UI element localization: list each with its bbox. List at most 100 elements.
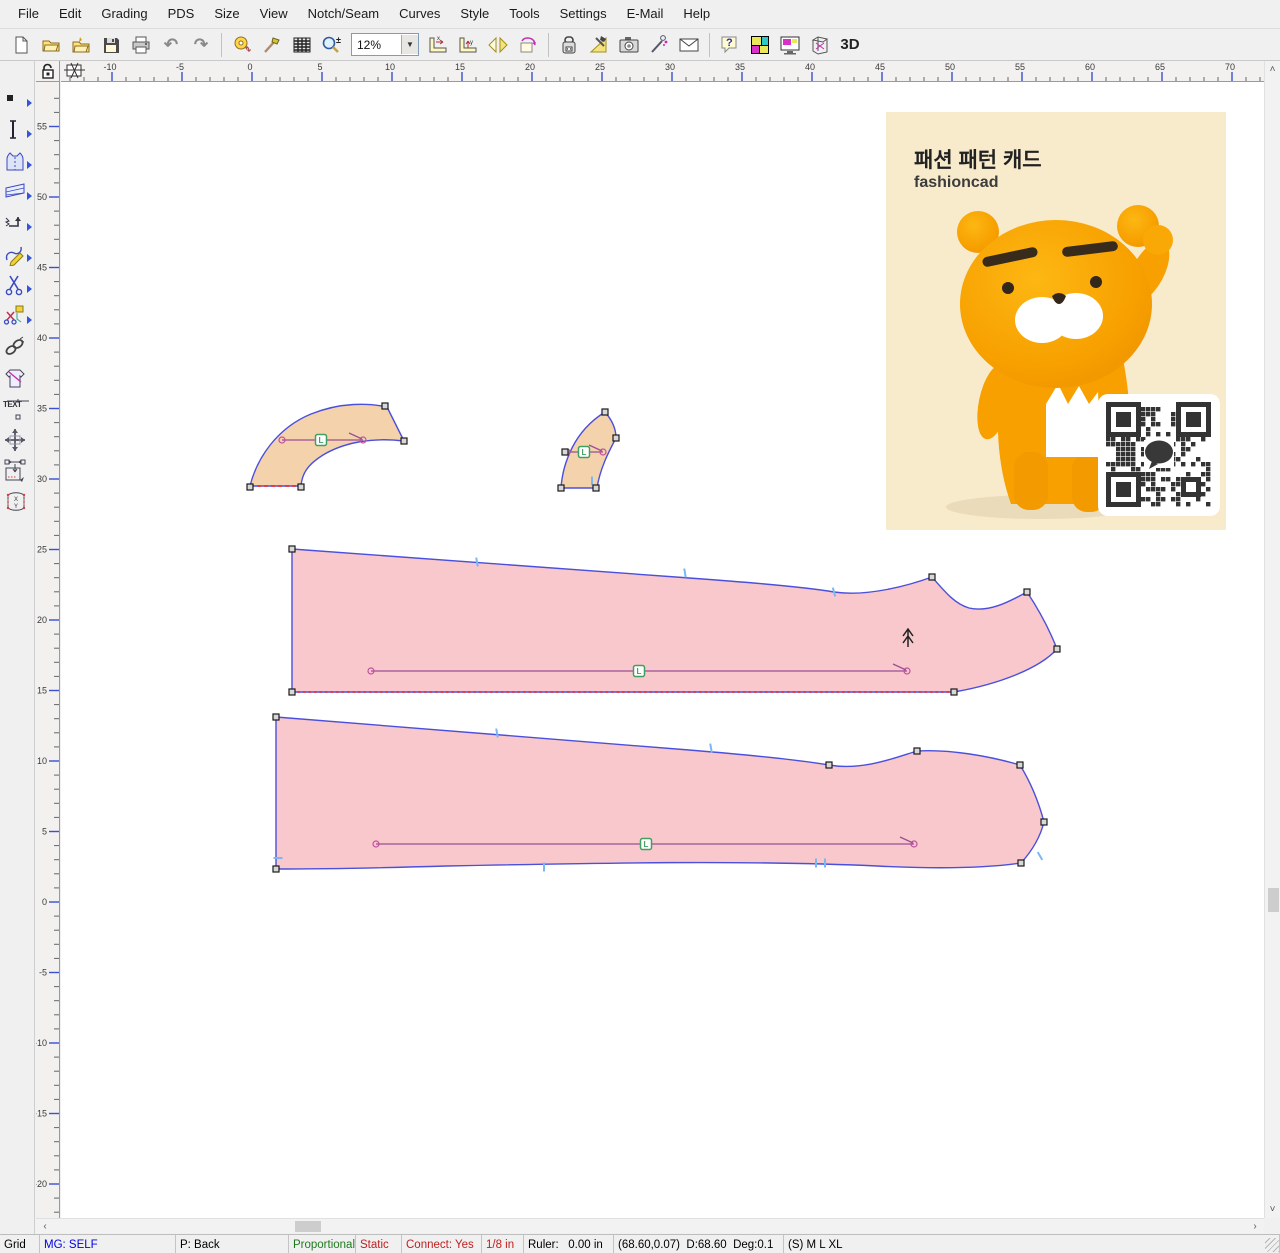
vertical-scrollbar[interactable]: ˄ ˅ [1264,61,1280,1218]
new-document-icon [11,35,31,55]
rotate-piece-button[interactable] [513,30,543,59]
piece-handle[interactable] [298,484,304,490]
menu-settings[interactable]: Settings [550,0,617,28]
pattern-piece-tool[interactable] [0,145,34,176]
zoom-dropdown-button[interactable]: ▼ [401,35,418,54]
scroll-up-arrow[interactable]: ˄ [1265,62,1280,77]
vertical-scroll-thumb[interactable] [1268,888,1279,912]
menu-tools[interactable]: Tools [499,0,549,28]
horizontal-scrollbar[interactable]: ‹ › [36,1218,1264,1233]
corner-tool[interactable] [0,207,34,238]
menu-size[interactable]: Size [204,0,249,28]
pattern-piece-waistband-right[interactable]: L [558,409,619,491]
snapshot-camera-button[interactable] [614,30,644,59]
piece-handle[interactable] [1017,762,1023,768]
pattern-piece-pant-back[interactable]: L [273,714,1047,872]
piece-handle[interactable] [273,714,279,720]
dart-fan-tool[interactable] [0,176,34,207]
piece-handle[interactable] [401,438,407,444]
layout-windows-button[interactable] [745,30,775,59]
zoom-level-combobox[interactable]: 12% ▼ [351,33,419,56]
piece-handle[interactable] [951,689,957,695]
zoom-tool-button[interactable]: ± [317,30,347,59]
piece-handle[interactable] [929,574,935,580]
piece-handle[interactable] [1054,646,1060,652]
svg-text:X: X [14,497,18,503]
menu-notch-seam[interactable]: Notch/Seam [298,0,390,28]
piece-handle[interactable] [613,435,619,441]
piece-handle[interactable] [602,409,608,415]
new-document-button[interactable] [6,30,36,59]
point-select-tool[interactable] [0,83,34,114]
menu-help[interactable]: Help [673,0,720,28]
open-file-button[interactable] [36,30,66,59]
measure-width-tool[interactable] [0,455,34,486]
svg-text:-20: -20 [36,1179,47,1189]
scroll-down-arrow[interactable]: ˅ [1265,1202,1280,1217]
save-button[interactable] [96,30,126,59]
3d-view-button[interactable]: 3D [835,30,865,59]
piece-handle[interactable] [289,689,295,695]
scroll-right-arrow[interactable]: › [1248,1219,1262,1234]
cut-piece-tool[interactable] [0,300,34,331]
piece-handle[interactable] [593,485,599,491]
tape-measure-button[interactable] [227,30,257,59]
tools-setsquare-button[interactable] [584,30,614,59]
menu-style[interactable]: Style [450,0,499,28]
help-button[interactable]: ? [715,30,745,59]
align-y-button[interactable]: y [453,30,483,59]
piece-handle[interactable] [289,546,295,552]
qr-code [1098,394,1220,516]
xy-box-tool[interactable]: XY [0,486,34,517]
page-setup-icon[interactable] [63,62,87,80]
walk-piece-button[interactable] [805,30,835,59]
pattern-piece-pant-front[interactable]: L [289,546,1060,695]
pattern-piece-waistband-left[interactable]: L [247,403,407,490]
horizontal-scroll-thumb[interactable] [295,1221,321,1232]
svg-text:20: 20 [525,62,535,72]
email-button[interactable] [674,30,704,59]
piece-outline[interactable] [250,404,404,486]
walk-piece-icon [809,34,831,56]
flyout-arrow-icon [27,254,32,262]
pick-tool-button[interactable] [644,30,674,59]
garment-check-tool[interactable] [0,362,34,393]
menu-edit[interactable]: Edit [49,0,91,28]
resize-grip[interactable] [1265,1238,1279,1252]
scroll-left-arrow[interactable]: ‹ [38,1219,52,1234]
scissors-tool[interactable] [0,269,34,300]
piece-handle[interactable] [273,866,279,872]
piece-handle[interactable] [1024,589,1030,595]
print-button[interactable] [126,30,156,59]
text-tool[interactable]: TEXT [0,393,34,424]
grade-lock-button[interactable] [554,30,584,59]
piece-handle[interactable] [558,485,564,491]
menu-curves[interactable]: Curves [389,0,450,28]
undo-button[interactable]: ↶ [156,30,186,59]
redo-button[interactable]: ↷ [186,30,216,59]
menu-pds[interactable]: PDS [158,0,205,28]
piece-handle[interactable] [1018,860,1024,866]
piece-handle[interactable] [914,748,920,754]
menu-view[interactable]: View [250,0,298,28]
screen-preview-button[interactable] [775,30,805,59]
piece-handle[interactable] [247,484,253,490]
piece-handle[interactable] [382,403,388,409]
line-tool[interactable] [0,114,34,145]
piece-handle[interactable] [562,449,568,455]
menu-file[interactable]: File [8,0,49,28]
move-tool[interactable] [0,424,34,455]
align-x-button[interactable]: x [423,30,453,59]
piece-handle[interactable] [826,762,832,768]
draw-curve-tool[interactable] [0,238,34,269]
pattern-canvas[interactable]: LLLL 패션 패턴 캐드 fashioncad [61,82,1264,1218]
join-links-tool[interactable] [0,331,34,362]
menu-grading[interactable]: Grading [91,0,157,28]
piece-outline[interactable] [276,717,1044,869]
import-pattern-button[interactable] [66,30,96,59]
grade-table-button[interactable] [287,30,317,59]
mirror-button[interactable] [483,30,513,59]
menu-e-mail[interactable]: E-Mail [617,0,674,28]
piece-handle[interactable] [1041,819,1047,825]
adjust-hammer-button[interactable] [257,30,287,59]
